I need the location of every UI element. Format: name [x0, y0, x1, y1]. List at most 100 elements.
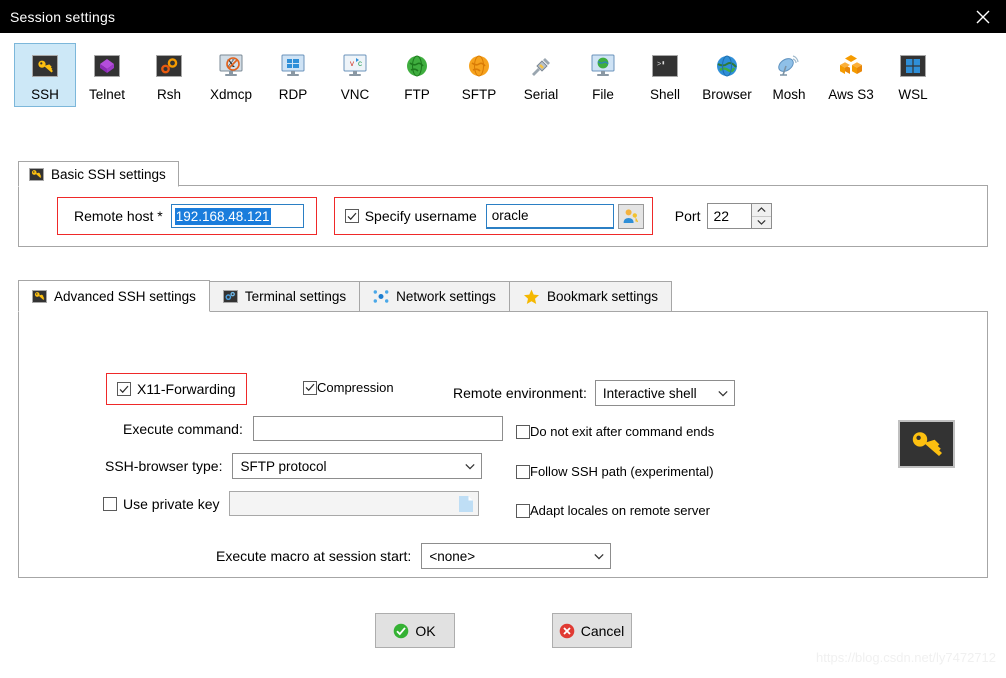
execute-macro-select[interactable]: <none> [421, 543, 612, 569]
tab-bookmark-settings[interactable]: Bookmark settings [508, 281, 672, 312]
ftp-globe-icon [401, 50, 433, 82]
ok-button[interactable]: OK [374, 613, 455, 648]
do-not-exit-checkbox[interactable] [516, 424, 530, 439]
tab-advanced-ssh-settings[interactable]: Advanced SSH settings [18, 280, 210, 312]
ssh-key-icon [29, 167, 44, 181]
session-type-label: Xdmcp [209, 87, 253, 102]
session-type-label: SFTP [461, 87, 497, 102]
use-private-key-checkbox-row[interactable]: Use private key [103, 496, 219, 512]
window-title: Session settings [10, 8, 116, 25]
session-type-ftp[interactable]: FTP [386, 43, 448, 107]
basic-ssh-settings-tab: Basic SSH settings [18, 161, 179, 187]
rsh-gears-icon [153, 50, 185, 82]
use-private-key-label: Use private key [123, 495, 220, 512]
private-key-path-input[interactable] [229, 491, 480, 516]
execute-macro-group: Execute macro at session start: <none> [216, 543, 612, 569]
remote-environment-value: Interactive shell [602, 385, 697, 401]
svg-text:>: > [657, 61, 661, 69]
follow-ssh-path-checkbox[interactable] [516, 464, 530, 479]
session-type-sftp[interactable]: SFTP [448, 43, 510, 107]
port-spinner-up[interactable] [752, 204, 772, 217]
checkmark-icon [305, 383, 315, 392]
shell-terminal-icon: > [649, 50, 681, 82]
remote-host-input[interactable]: 192.168.48.121 [170, 204, 304, 228]
ssh-browser-type-select[interactable]: SFTP protocol [232, 453, 483, 479]
session-type-xdmcp[interactable]: X Xdmcp [200, 43, 262, 107]
username-input[interactable]: oracle [485, 203, 614, 229]
session-type-wsl[interactable]: WSL [882, 43, 944, 107]
execute-command-label: Execute command: [123, 420, 243, 437]
chevron-down-icon [718, 390, 728, 396]
port-spinner-down[interactable] [752, 216, 772, 228]
session-type-file[interactable]: File [572, 43, 634, 107]
compression-checkbox[interactable] [303, 380, 317, 395]
specify-username-checkbox[interactable] [344, 209, 359, 223]
session-type-shell[interactable]: > Shell [634, 43, 696, 107]
session-type-aws-s3[interactable]: Aws S3 [820, 43, 882, 107]
compression-checkbox-row[interactable]: Compression [303, 380, 394, 395]
serial-plug-icon [525, 50, 557, 82]
session-type-label: RDP [278, 87, 308, 102]
adapt-locales-checkbox-row[interactable]: Adapt locales on remote server [516, 503, 710, 518]
username-picker-button[interactable] [617, 203, 644, 229]
file-monitor-icon [587, 50, 619, 82]
tab-network-settings[interactable]: Network settings [359, 281, 510, 312]
ssh-key-badge [898, 420, 955, 468]
session-type-serial[interactable]: Serial [510, 43, 572, 107]
session-type-mosh[interactable]: Mosh [758, 43, 820, 107]
remote-environment-select[interactable]: Interactive shell [594, 380, 735, 406]
adapt-locales-checkbox[interactable] [516, 503, 530, 518]
chevron-down-icon [594, 553, 604, 559]
wsl-windows-icon [897, 50, 929, 82]
do-not-exit-checkbox-row[interactable]: Do not exit after command ends [516, 424, 714, 439]
session-type-rdp[interactable]: RDP [262, 43, 324, 107]
tab-label: Bookmark settings [546, 289, 658, 304]
session-type-toolbar: SSH Telnet Rsh X Xdmcp RDP v c VNC FTP S… [0, 33, 1006, 111]
session-type-vnc[interactable]: v c VNC [324, 43, 386, 107]
xdmcp-monitor-icon: X [215, 50, 247, 82]
tab-label: Terminal settings [244, 289, 347, 304]
execute-macro-value: <none> [429, 548, 476, 564]
compression-label: Compression [317, 380, 394, 395]
session-type-ssh[interactable]: SSH [14, 43, 76, 107]
port-input[interactable]: 22 [708, 204, 751, 228]
follow-ssh-path-checkbox-row[interactable]: Follow SSH path (experimental) [516, 464, 714, 479]
x11-forwarding-checkbox-row[interactable]: X11-Forwarding [117, 381, 236, 397]
use-private-key-checkbox[interactable] [103, 496, 117, 511]
port-spinner[interactable] [751, 204, 772, 228]
execute-command-input[interactable] [252, 416, 503, 441]
remote-environment-label: Remote environment: [453, 385, 587, 401]
star-icon [523, 289, 540, 305]
basic-ssh-settings-group: Basic SSH settings Remote host * 192.168… [18, 161, 988, 247]
close-button[interactable] [960, 0, 1006, 33]
user-key-icon [623, 208, 639, 223]
close-icon [976, 10, 990, 23]
session-type-browser[interactable]: Browser [696, 43, 758, 107]
use-private-key-group: Use private key [103, 491, 480, 516]
session-type-label: Telnet [88, 87, 126, 102]
session-type-rsh[interactable]: Rsh [138, 43, 200, 107]
remote-environment-group: Remote environment: Interactive shell [453, 380, 735, 406]
aws-s3-cubes-icon [835, 50, 867, 82]
remote-host-value: 192.168.48.121 [174, 207, 271, 225]
execute-macro-label: Execute macro at session start: [216, 548, 412, 564]
svg-text:c: c [358, 59, 362, 68]
adapt-locales-label: Adapt locales on remote server [530, 503, 710, 518]
cancel-button[interactable]: Cancel [551, 613, 632, 648]
specify-username-label: Specify username [364, 208, 477, 224]
tab-terminal-settings[interactable]: Terminal settings [208, 281, 361, 312]
sftp-globe-icon [463, 50, 495, 82]
ssh-key-icon [912, 432, 942, 456]
specify-username-highlight: Specify username oracle [333, 197, 653, 235]
specify-username-checkbox-row[interactable]: Specify username [344, 208, 477, 224]
ok-button-label: OK [415, 622, 436, 639]
tab-label: Network settings [396, 289, 496, 304]
session-type-label: Mosh [772, 87, 806, 102]
vnc-monitor-icon: v c [339, 50, 371, 82]
chevron-down-icon [465, 463, 476, 469]
session-type-telnet[interactable]: Telnet [76, 43, 138, 107]
chevron-up-icon [757, 206, 767, 212]
session-type-label: Rsh [156, 87, 181, 102]
x11-forwarding-checkbox[interactable] [117, 382, 131, 396]
remote-host-highlight: Remote host * 192.168.48.121 [57, 197, 317, 235]
